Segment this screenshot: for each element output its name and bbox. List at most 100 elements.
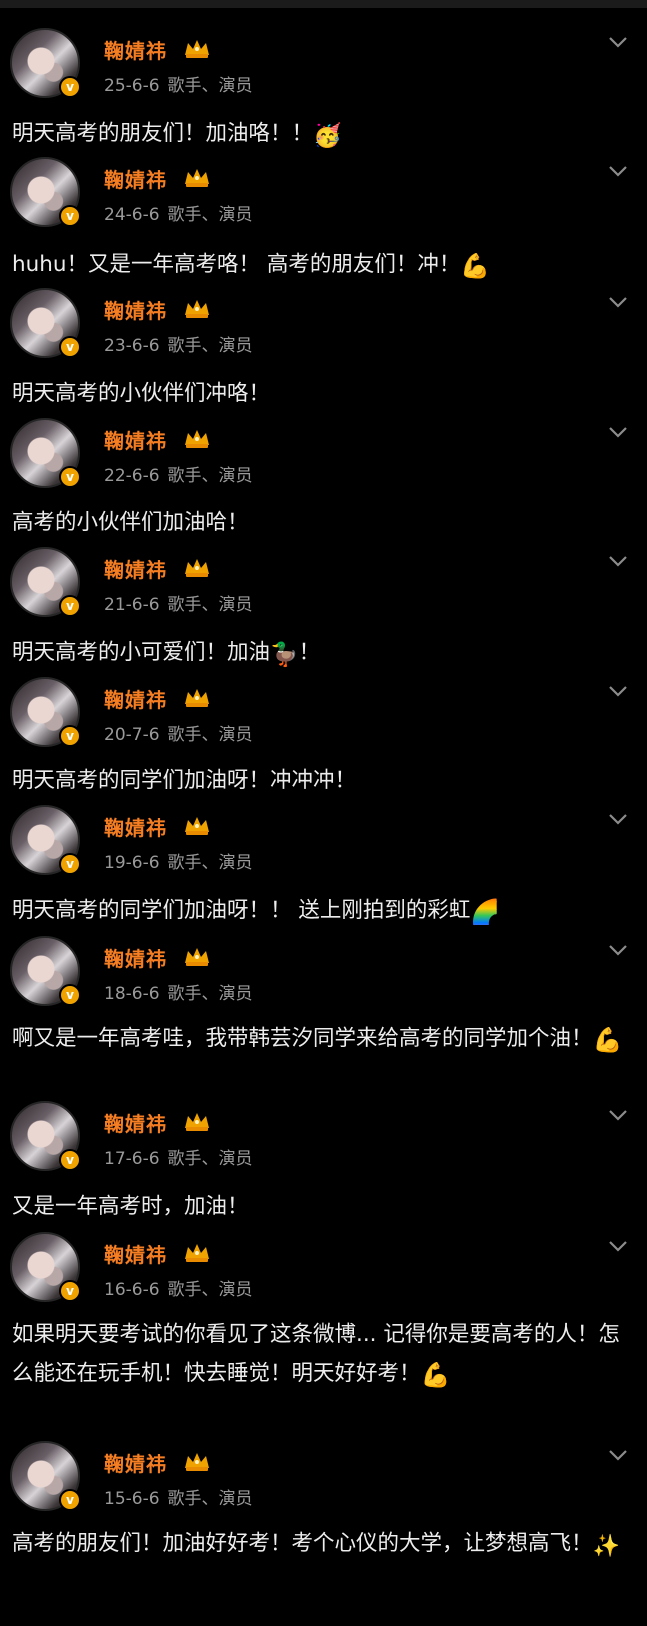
account-name[interactable]: 鞠婧祎 [104,1108,167,1137]
crown-icon [185,1244,209,1262]
verified-v-icon: v [59,76,81,98]
crown-icon [185,1453,209,1471]
post-source: 歌手、演员 [167,336,253,356]
post-source: 歌手、演员 [167,853,253,873]
account-name[interactable]: 鞠婧祎 [104,943,167,972]
account-name[interactable]: 鞠婧祎 [104,425,167,454]
post-meta: 24-6-6 歌手、演员 [104,200,253,225]
post-meta: 25-6-6 歌手、演员 [104,71,253,96]
post-source: 歌手、演员 [167,1149,253,1169]
crown-icon [185,1113,209,1131]
avatar[interactable]: v [10,1101,81,1171]
post-source: 歌手、演员 [167,595,253,615]
chevron-down-icon[interactable] [608,295,628,309]
partying-face-icon: 🥳 [313,123,342,149]
post-source: 歌手、演员 [167,76,253,96]
crown-icon [185,169,209,187]
duck-icon: 🦆 [270,642,299,668]
chevron-down-icon[interactable] [608,35,628,49]
verified-v-icon: v [59,595,81,617]
post-source: 歌手、演员 [167,1489,253,1509]
avatar[interactable]: v [10,1232,81,1302]
post-date: 21-6-6 [104,595,160,615]
post-text: 明天高考的同学们加油呀！冲冲冲！ [12,768,357,793]
account-name[interactable]: 鞠婧祎 [104,35,167,64]
avatar[interactable]: v [10,547,81,617]
chevron-down-icon[interactable] [608,425,628,439]
chevron-down-icon[interactable] [608,554,628,568]
avatar[interactable]: v [10,288,81,358]
avatar[interactable]: v [10,805,81,875]
post-meta: 18-6-6 歌手、演员 [104,979,253,1004]
avatar[interactable]: v [10,1441,81,1511]
crown-icon [185,430,209,448]
post-text: 如果明天要考试的你看见了这条微博... 记得你是要高考的人！怎么能还在玩手机！快… [12,1315,623,1395]
post-meta: 16-6-6 歌手、演员 [104,1275,253,1300]
top-divider [0,0,647,8]
post-text: 啊又是一年高考哇，我带韩芸汐同学来给高考的同学加个油！💪 [12,1020,623,1059]
sparkles-icon: ✨ [592,1534,620,1559]
crown-icon [185,40,209,58]
avatar[interactable]: v [10,418,81,488]
chevron-down-icon[interactable] [608,1448,628,1462]
verified-v-icon: v [59,1149,81,1171]
flexed-biceps-icon: 💪 [460,252,491,280]
chevron-down-icon[interactable] [608,1108,628,1122]
post-meta: 15-6-6 歌手、演员 [104,1484,253,1509]
post-date: 17-6-6 [104,1149,160,1169]
post-meta: 20-7-6 歌手、演员 [104,720,253,745]
post-date: 19-6-6 [104,853,160,873]
flexed-biceps-icon: 💪 [420,1361,451,1389]
chevron-down-icon[interactable] [608,943,628,957]
account-name[interactable]: 鞠婧祎 [104,1239,167,1268]
account-name[interactable]: 鞠婧祎 [104,812,167,841]
verified-v-icon: v [59,205,81,227]
post-date: 22-6-6 [104,466,160,486]
post-text: huhu！又是一年高考咯！ 高考的朋友们！冲！💪 [12,247,623,284]
verified-v-icon: v [59,853,81,875]
account-name[interactable]: 鞠婧祎 [104,295,167,324]
verified-v-icon: v [59,1489,81,1511]
post-meta: 19-6-6 歌手、演员 [104,848,253,873]
post-source: 歌手、演员 [167,205,253,225]
avatar[interactable]: v [10,28,81,98]
post-source: 歌手、演员 [167,984,253,1004]
account-name[interactable]: 鞠婧祎 [104,684,167,713]
post-text: 明天高考的小可爱们！加油🦆！ [12,635,623,673]
verified-v-icon: v [59,725,81,747]
flexed-biceps-icon: 💪 [592,1026,623,1054]
post-source: 歌手、演员 [167,1280,253,1300]
post-text: 明天高考的小伙伴们冲咯！ [12,381,271,406]
chevron-down-icon[interactable] [608,684,628,698]
avatar[interactable]: v [10,936,81,1006]
post-date: 15-6-6 [104,1489,160,1509]
avatar[interactable]: v [10,157,81,227]
chevron-down-icon[interactable] [608,164,628,178]
post-text: 又是一年高考时，加油！ [12,1194,249,1219]
post-meta: 21-6-6 歌手、演员 [104,590,253,615]
crown-icon [185,300,209,318]
post-meta: 23-6-6 歌手、演员 [104,331,253,356]
crown-icon [185,689,209,707]
crown-icon [185,817,209,835]
crown-icon [185,948,209,966]
post-date: 23-6-6 [104,336,160,356]
post-date: 16-6-6 [104,1280,160,1300]
crown-icon [185,559,209,577]
verified-v-icon: v [59,984,81,1006]
post-source: 歌手、演员 [167,725,253,745]
post-text: 高考的小伙伴们加油哈！ [12,510,249,535]
chevron-down-icon[interactable] [608,1239,628,1253]
verified-v-icon: v [59,336,81,358]
post-meta: 22-6-6 歌手、演员 [104,461,253,486]
post-date: 18-6-6 [104,984,160,1004]
chevron-down-icon[interactable] [608,812,628,826]
verified-v-icon: v [59,1280,81,1302]
account-name[interactable]: 鞠婧祎 [104,554,167,583]
rainbow-icon: 🌈 [470,894,500,930]
post-date: 24-6-6 [104,205,160,225]
account-name[interactable]: 鞠婧祎 [104,1448,167,1477]
account-name[interactable]: 鞠婧祎 [104,164,167,193]
verified-v-icon: v [59,466,81,488]
avatar[interactable]: v [10,677,81,747]
